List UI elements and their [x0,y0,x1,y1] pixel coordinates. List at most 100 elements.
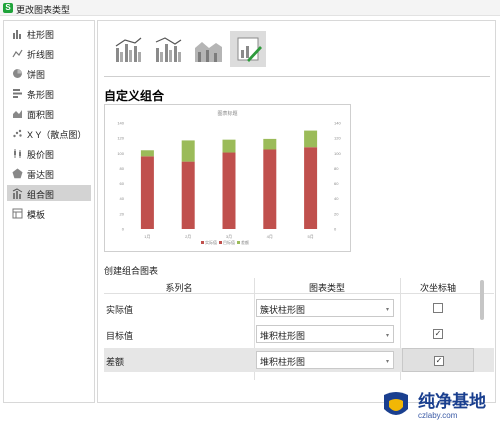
chart-type-select[interactable]: 堆积柱形图 ▾ [256,325,394,343]
y-left-tick-label: 140 [117,121,124,126]
scrollbar-thumb[interactable] [480,280,484,320]
combo-chart-icon [12,188,23,199]
sidebar-item-label: 面积图 [27,110,55,120]
main-panel: 自定义组合 图表标题 0 20 40 60 80 100 120 140 0 20 40 60 80 10… [97,20,496,403]
sidebar-item-pie[interactable]: 饼图 [7,65,91,81]
table-scrollbar[interactable] [480,278,490,380]
chart-title: 图表标题 [217,111,238,117]
header-secondary-axis: 次坐标轴 [419,283,456,293]
sidebar-item-line[interactable]: 折线图 [7,45,91,61]
watermark-text: 纯净基地 [418,392,486,412]
series-name: 差额 [106,357,125,367]
clustered-column-secondary-line-icon [155,37,182,62]
line-chart-icon [12,49,23,58]
x-tick-label: 5月 [307,234,313,239]
section-heading: 自定义组合 [104,89,165,103]
secondary-axis-checkbox[interactable]: ✓ [434,356,444,366]
y-left-tick-label: 120 [117,136,124,141]
y-right-tick-label: 80 [334,166,339,171]
combo-type-clustered-line-button[interactable] [110,31,146,67]
area-chart-icon [13,110,22,118]
chevron-down-icon: ▾ [385,307,389,313]
sidebar-item-template[interactable]: 模板 [7,205,91,221]
combo-type-area-column-button[interactable] [190,31,226,67]
sidebar-item-combo[interactable]: 组合图 [7,185,91,201]
title-bar: S 更改图表类型 [0,0,500,16]
divider [104,76,490,77]
table-row: 实际值 簇状柱形图 ▾ [104,296,494,320]
x-tick-label: 2月 [185,234,191,239]
series-name: 实际值 [106,305,134,315]
y-left-tick-label: 60 [120,181,125,186]
pie-chart-icon [13,69,22,78]
chart-plot: 0 20 40 60 80 100 120 140 0 20 40 60 80 100 120 140 1月 2月… [117,121,341,246]
legend-swatch [237,241,240,244]
sidebar-item-label: 折线图 [27,50,55,60]
chart-type-select[interactable]: 堆积柱形图 ▾ [256,351,394,369]
sidebar-item-label: 饼图 [27,70,46,80]
watermark-logo-icon [384,392,408,415]
radar-chart-icon [12,168,23,179]
y-right-tick-label: 100 [334,151,341,156]
watermark-url: czlaby.com [418,411,458,420]
app-icon: S [3,3,13,13]
chart-type-value: 堆积柱形图 [260,331,306,341]
secondary-axis-checkbox[interactable]: ✓ [433,329,443,339]
y-right-tick-label: 140 [334,121,341,126]
window-title: 更改图表类型 [16,5,71,15]
x-tick-label: 3月 [226,234,232,239]
bar-difference [222,139,236,153]
sidebar-item-area[interactable]: 面积图 [7,105,91,121]
x-tick-label: 4月 [267,234,273,239]
y-left-tick-label: 40 [120,196,125,201]
sidebar-item-bar[interactable]: 条形图 [7,85,91,101]
table-header: 系列名 图表类型 次坐标轴 [104,278,494,294]
secondary-axis-checkbox[interactable] [433,303,443,313]
stacked-area-column-icon [195,42,222,62]
chart-type-sidebar: 柱形图 折线图 饼图 条形图 面积图 X Y（散点图） 股价图 雷达图 组合图 … [3,20,95,403]
y-right-tick-label: 60 [334,181,339,186]
chart-type-select[interactable]: 簇状柱形图 ▾ [256,299,394,317]
legend-label: 实际值 [205,239,217,245]
chart-type-value: 簇状柱形图 [260,305,306,315]
sidebar-item-column[interactable]: 柱形图 [7,25,91,41]
y-left-tick-label: 0 [122,227,125,232]
custom-combo-pencil-icon [237,37,262,62]
chevron-down-icon: ▾ [385,359,389,365]
sidebar-item-label: 模板 [27,210,46,220]
scatter-chart-icon [13,129,22,138]
create-combo-label: 创建组合图表 [104,266,159,276]
stock-chart-icon [14,149,21,158]
chart-preview: 图表标题 0 20 40 60 80 100 120 140 0 20 40 60 80 100 120 14… [104,104,351,252]
sidebar-item-stock[interactable]: 股价图 [7,145,91,161]
bar-actual [222,152,236,229]
bar-difference [263,138,277,150]
bar-actual [181,161,195,229]
column-chart-icon [13,30,21,39]
y-right-tick-label: 120 [334,136,341,141]
secondary-axis-cell: ✓ [402,348,474,372]
bar-actual [304,147,318,229]
y-left-tick-label: 80 [120,166,125,171]
sidebar-item-scatter[interactable]: X Y（散点图） [7,125,91,141]
combo-type-custom-button[interactable] [230,31,266,67]
legend-label: 目标值 [223,239,235,245]
watermark: 纯净基地 czlaby.com [380,385,498,431]
chart-type-value: 堆积柱形图 [260,357,306,367]
y-right-tick-label: 0 [334,227,337,232]
header-chart-type: 图表类型 [308,283,345,293]
bar-difference [304,130,318,148]
legend-swatch [219,241,222,244]
bar-chart-icon [13,89,22,98]
header-series-name: 系列名 [165,283,193,293]
chevron-down-icon: ▾ [385,333,389,339]
table-row: 差额 堆积柱形图 ▾ ✓ [104,348,494,372]
sidebar-item-radar[interactable]: 雷达图 [7,165,91,181]
combo-type-secondary-line-button[interactable] [150,31,186,67]
y-left-tick-label: 100 [117,151,124,156]
bar-difference [181,140,195,162]
bar-actual [263,149,277,229]
x-tick-label: 1月 [144,234,150,239]
y-right-tick-label: 20 [334,211,339,216]
template-icon [12,208,23,219]
